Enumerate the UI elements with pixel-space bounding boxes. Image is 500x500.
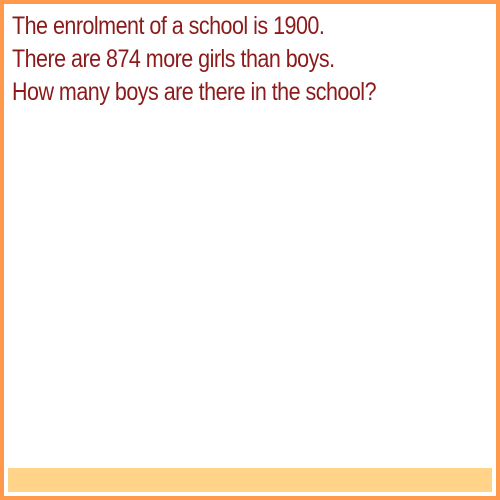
question-line-1: The enrolment of a school is 1900. — [12, 12, 325, 40]
footer-bar — [8, 468, 492, 492]
question-line-2: There are 874 more girls than boys. — [12, 45, 335, 73]
question-text: The enrolment of a school is 1900. There… — [12, 10, 428, 109]
question-line-3: How many boys are there in the school? — [12, 78, 377, 106]
question-card: The enrolment of a school is 1900. There… — [0, 0, 500, 500]
